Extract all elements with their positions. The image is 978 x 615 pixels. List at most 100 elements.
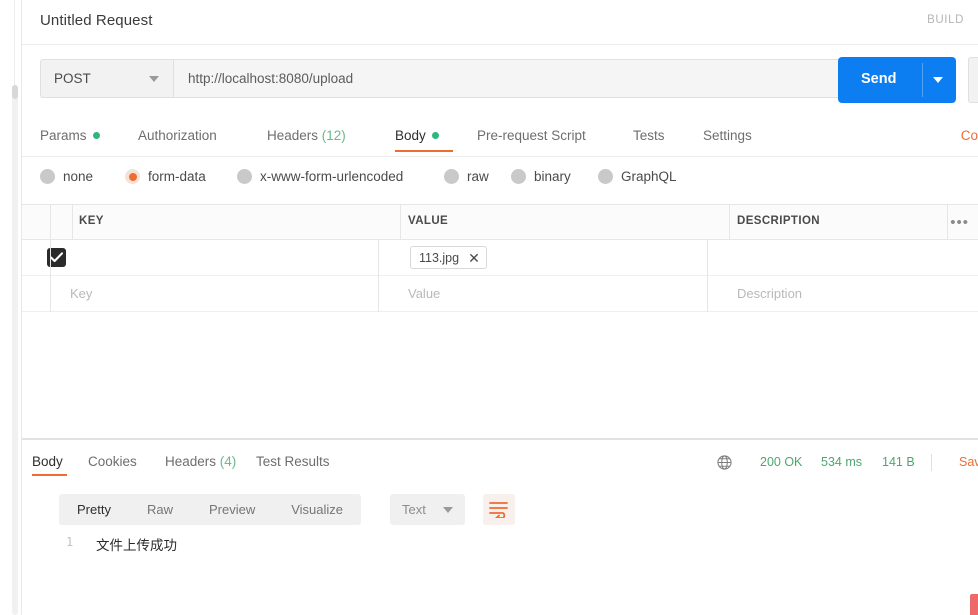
tab-label: Params xyxy=(40,128,87,143)
checkmark-icon xyxy=(50,252,63,263)
body-type-radio-none[interactable]: none xyxy=(40,169,93,184)
radio-icon xyxy=(40,169,55,184)
response-body-text: 文件上传成功 xyxy=(96,538,177,554)
request-tab-authorization[interactable]: Authorization xyxy=(138,128,217,143)
row-divider-check xyxy=(50,240,51,276)
tab-label: Headers xyxy=(267,128,319,143)
radio-label: form-data xyxy=(148,169,206,184)
description-input-placeholder[interactable]: Description xyxy=(737,286,802,301)
response-format-dropdown[interactable]: Text xyxy=(390,494,465,525)
response-time: 534 ms xyxy=(821,455,862,469)
response-tab-cookies[interactable]: Cookies xyxy=(88,454,137,469)
table-row: 113.jpg ✕ xyxy=(22,240,978,276)
radio-label: x-www-form-urlencoded xyxy=(260,169,404,184)
body-type-radio-form-data[interactable]: form-data xyxy=(125,169,206,184)
request-tab-headers[interactable]: Headers (12) xyxy=(267,128,346,143)
sidebar-scrollbar-thumb[interactable] xyxy=(12,85,18,99)
tab-modified-dot-icon xyxy=(431,132,439,139)
radio-icon xyxy=(444,169,459,184)
close-icon[interactable]: ✕ xyxy=(468,251,480,265)
column-divider xyxy=(72,205,73,241)
radio-icon xyxy=(511,169,526,184)
globe-icon[interactable] xyxy=(717,455,732,470)
row-divider-key xyxy=(378,240,379,276)
send-options-chevron-icon[interactable] xyxy=(933,77,943,83)
column-divider xyxy=(400,205,401,241)
response-body-content[interactable]: 1 文件上传成功 xyxy=(22,532,978,615)
tab-label: Test Results xyxy=(256,454,330,469)
cookies-link[interactable]: Co xyxy=(961,128,978,143)
build-label[interactable]: BUILD xyxy=(927,14,964,26)
method-dropdown[interactable]: POST xyxy=(40,59,173,98)
tab-count: (4) xyxy=(219,454,237,469)
sidebar-scrollbar-track[interactable] xyxy=(12,85,18,615)
body-type-radio-binary[interactable]: binary xyxy=(511,169,571,184)
request-tab-params[interactable]: Params xyxy=(40,128,100,143)
response-view-segmented-control: Pretty Raw Preview Visualize xyxy=(59,494,362,525)
wrap-text-button[interactable] xyxy=(483,494,515,525)
body-type-radio-raw[interactable]: raw xyxy=(444,169,489,184)
postman-window: Untitled Request BUILD POST http://local… xyxy=(0,0,978,615)
column-divider xyxy=(729,205,730,241)
radio-icon xyxy=(237,169,252,184)
column-divider xyxy=(50,205,51,241)
row-divider-value xyxy=(707,240,708,276)
method-label: POST xyxy=(54,71,91,86)
save-button-stub[interactable] xyxy=(968,57,978,103)
body-type-radio-GraphQL[interactable]: GraphQL xyxy=(598,169,677,184)
response-view-visualize[interactable]: Visualize xyxy=(273,502,361,517)
radio-label: binary xyxy=(534,169,571,184)
notification-accent-bar xyxy=(970,594,978,615)
active-tab-underline xyxy=(395,150,453,152)
status-code: 200 OK xyxy=(760,455,803,469)
tab-label: Headers xyxy=(165,454,217,469)
save-response-button[interactable]: Save R xyxy=(959,455,978,469)
radio-label: GraphQL xyxy=(621,169,677,184)
response-tabs: 200 OK 534 ms 141 B Save R Body Cookies He… xyxy=(22,440,978,482)
send-button[interactable]: Send xyxy=(838,57,956,103)
response-tab-body[interactable]: Body xyxy=(32,454,63,469)
table-options-icon[interactable]: ••• xyxy=(950,214,969,231)
tab-label: Settings xyxy=(703,128,752,143)
column-header-key: KEY xyxy=(79,215,104,227)
active-tab-underline xyxy=(32,474,67,476)
value-input-placeholder[interactable]: Value xyxy=(408,286,440,301)
tab-label: Authorization xyxy=(138,128,217,143)
send-divider xyxy=(922,63,923,97)
body-type-radio-x-www-form-urlencoded[interactable]: x-www-form-urlencoded xyxy=(237,169,403,184)
response-view-raw[interactable]: Raw xyxy=(129,502,191,517)
tab-label: Body xyxy=(32,454,63,469)
file-value-chip[interactable]: 113.jpg ✕ xyxy=(410,246,487,269)
line-number: 1 xyxy=(66,535,74,549)
tab-label: Tests xyxy=(633,128,665,143)
send-label: Send xyxy=(861,71,897,87)
column-divider xyxy=(947,205,948,241)
chevron-down-icon xyxy=(149,76,159,82)
radio-icon xyxy=(598,169,613,184)
tab-label: Pre-request Script xyxy=(477,128,586,143)
request-tabs: Co Params Authorization Headers (12) Body Pr… xyxy=(22,119,978,157)
row-divider-value xyxy=(707,276,708,312)
wrap-text-icon xyxy=(489,502,508,521)
response-tab-test-results[interactable]: Test Results xyxy=(256,454,330,469)
request-title: Untitled Request xyxy=(40,12,153,29)
body-type-radio-group: none form-data x-www-form-urlencoded raw bin… xyxy=(22,157,978,201)
row-divider-key xyxy=(378,276,379,312)
response-view-preview[interactable]: Preview xyxy=(191,502,273,517)
response-tab-headers[interactable]: Headers (4) xyxy=(165,454,236,469)
left-gutter xyxy=(0,0,22,615)
request-tab-settings[interactable]: Settings xyxy=(703,128,752,143)
response-view-pretty[interactable]: Pretty xyxy=(59,502,129,517)
url-value: http://localhost:8080/upload xyxy=(188,71,354,86)
key-input-placeholder[interactable]: Key xyxy=(70,286,92,301)
response-pane: 200 OK 534 ms 141 B Save R Body Cookies He… xyxy=(22,440,978,615)
request-tab-pre-request-script[interactable]: Pre-request Script xyxy=(477,128,586,143)
radio-label: none xyxy=(63,169,94,184)
row-divider-check xyxy=(50,276,51,312)
radio-label: raw xyxy=(467,169,489,184)
request-tab-tests[interactable]: Tests xyxy=(633,128,665,143)
response-body-toolbar: Pretty Raw Preview Visualize Text xyxy=(22,490,978,530)
url-input[interactable]: http://localhost:8080/upload xyxy=(173,59,849,98)
request-tab-body[interactable]: Body xyxy=(395,128,453,152)
tab-count: (12) xyxy=(321,128,346,143)
